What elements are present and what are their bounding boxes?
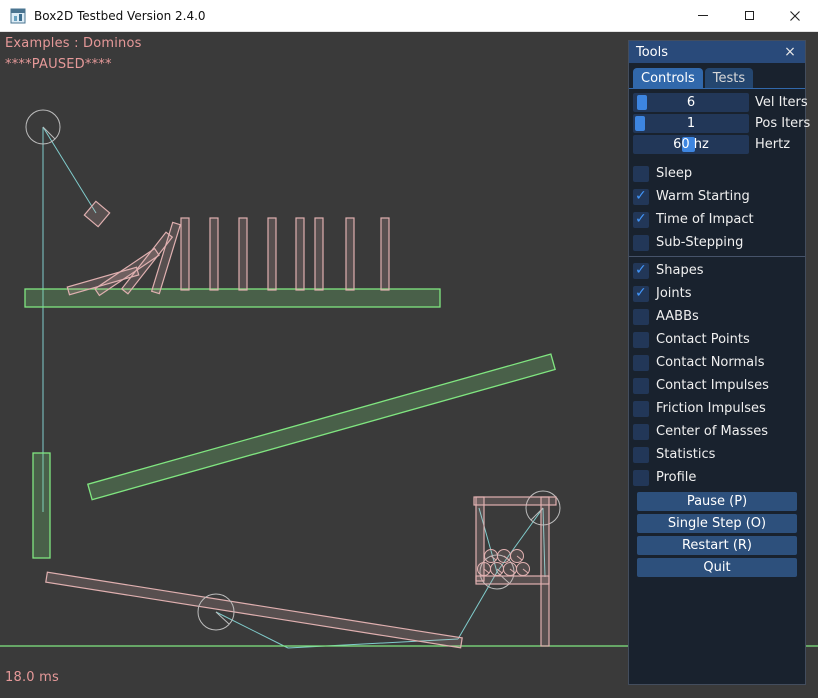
checkbox-box: ✓ (633, 309, 649, 325)
checkbox-box: ✓ (633, 378, 649, 394)
checkbox-sleep[interactable]: ✓ Sleep (629, 162, 805, 185)
checkbox-box: ✓ (633, 355, 649, 371)
minimize-icon (698, 15, 708, 16)
pos-iters-value: 1 (633, 114, 749, 133)
checkbox-box: ✓ (633, 447, 649, 463)
window-titlebar[interactable]: Box2D Testbed Version 2.4.0 (0, 0, 818, 32)
tools-panel-body: 6 Vel Iters 1 Pos Iters 60 hz Hertz (629, 89, 805, 577)
vel-iters-slider[interactable]: 6 (633, 93, 749, 112)
check-icon: ✓ (635, 285, 647, 301)
domino-platform (25, 289, 440, 307)
checkbox-contact-points[interactable]: ✓ Contact Points (629, 328, 805, 351)
checkbox-warm-starting[interactable]: ✓ Warm Starting (629, 185, 805, 208)
checkbox-contact-impulses[interactable]: ✓ Contact Impulses (629, 374, 805, 397)
upright-dominoes (181, 218, 389, 290)
tools-panel-titlebar[interactable]: Tools × (629, 41, 805, 63)
frame-time-label: 18.0 ms (5, 670, 59, 685)
separator (629, 256, 805, 257)
check-icon: ✓ (635, 211, 647, 227)
checkbox-box: ✓ (633, 166, 649, 182)
tools-panel-title: Tools (636, 45, 668, 60)
checkbox-box: ✓ (633, 332, 649, 348)
maximize-button[interactable] (726, 0, 772, 32)
hertz-value: 60 hz (633, 135, 749, 154)
app-icon (10, 8, 26, 24)
checkbox-statistics[interactable]: ✓ Statistics (629, 443, 805, 466)
checkbox-center-of-masses[interactable]: ✓ Center of Masses (629, 420, 805, 443)
pause-button[interactable]: Pause (P) (637, 492, 797, 511)
checkbox-shapes[interactable]: ✓ Shapes (629, 259, 805, 282)
checkbox-contact-normals[interactable]: ✓ Contact Normals (629, 351, 805, 374)
app-window: Box2D Testbed Version 2.4.0 (0, 0, 818, 698)
close-button[interactable] (772, 0, 818, 32)
window-title: Box2D Testbed Version 2.4.0 (34, 9, 206, 23)
minimize-button[interactable] (680, 0, 726, 32)
vel-iters-slider-row: 6 Vel Iters (633, 93, 801, 112)
left-vertical-wall (33, 453, 50, 558)
checkbox-sub-stepping[interactable]: ✓ Sub-Stepping (629, 231, 805, 254)
checkbox-time-of-impact[interactable]: ✓ Time of Impact (629, 208, 805, 231)
checkbox-box: ✓ (633, 401, 649, 417)
tools-tabbar: Controls Tests (629, 63, 805, 89)
draw-checkbox-group: ✓ Shapes ✓ Joints ✓ AABBs ✓ Contact Poin… (629, 259, 805, 489)
checkbox-box: ✓ (633, 235, 649, 251)
window-controls (680, 0, 818, 32)
checkbox-joints[interactable]: ✓ Joints (629, 282, 805, 305)
checkbox-friction-impulses[interactable]: ✓ Friction Impulses (629, 397, 805, 420)
vel-iters-value: 6 (633, 93, 749, 112)
tab-tests[interactable]: Tests (705, 68, 753, 88)
paused-label: ****PAUSED**** (5, 57, 112, 72)
pos-iters-slider-row: 1 Pos Iters (633, 114, 801, 133)
pos-iters-label: Pos Iters (755, 116, 810, 131)
restart-button[interactable]: Restart (R) (637, 536, 797, 555)
quit-button[interactable]: Quit (637, 558, 797, 577)
maximize-icon (745, 11, 754, 20)
diagonal-ramp (88, 354, 555, 500)
vel-iters-label: Vel Iters (755, 95, 808, 110)
fallen-dominoes (67, 222, 180, 295)
checkbox-box: ✓ (633, 212, 649, 228)
hertz-label: Hertz (755, 137, 790, 152)
checkbox-box: ✓ (633, 263, 649, 279)
basket-balls (478, 550, 530, 576)
checkbox-box: ✓ (633, 286, 649, 302)
check-icon: ✓ (635, 262, 647, 278)
single-step-button[interactable]: Single Step (O) (637, 514, 797, 533)
sim-checkbox-group: ✓ Sleep ✓ Warm Starting ✓ Time of Impact… (629, 162, 805, 254)
checkbox-box: ✓ (633, 470, 649, 486)
close-icon (790, 11, 800, 21)
hertz-slider[interactable]: 60 hz (633, 135, 749, 154)
tools-panel: Tools × Controls Tests 6 Vel Iters 1 Pos… (628, 40, 806, 685)
check-icon: ✓ (635, 188, 647, 204)
checkbox-box: ✓ (633, 424, 649, 440)
hertz-slider-row: 60 hz Hertz (633, 135, 801, 154)
action-buttons: Pause (P) Single Step (O) Restart (R) Qu… (629, 492, 805, 577)
checkbox-box: ✓ (633, 189, 649, 205)
pos-iters-slider[interactable]: 1 (633, 114, 749, 133)
checkbox-profile[interactable]: ✓ Profile (629, 466, 805, 489)
tools-close-button[interactable]: × (782, 45, 798, 59)
checkbox-aabbs[interactable]: ✓ AABBs (629, 305, 805, 328)
tilted-plank (46, 572, 462, 648)
tab-controls[interactable]: Controls (633, 68, 703, 88)
example-label: Examples : Dominos (5, 36, 142, 51)
swinging-box (84, 201, 109, 226)
